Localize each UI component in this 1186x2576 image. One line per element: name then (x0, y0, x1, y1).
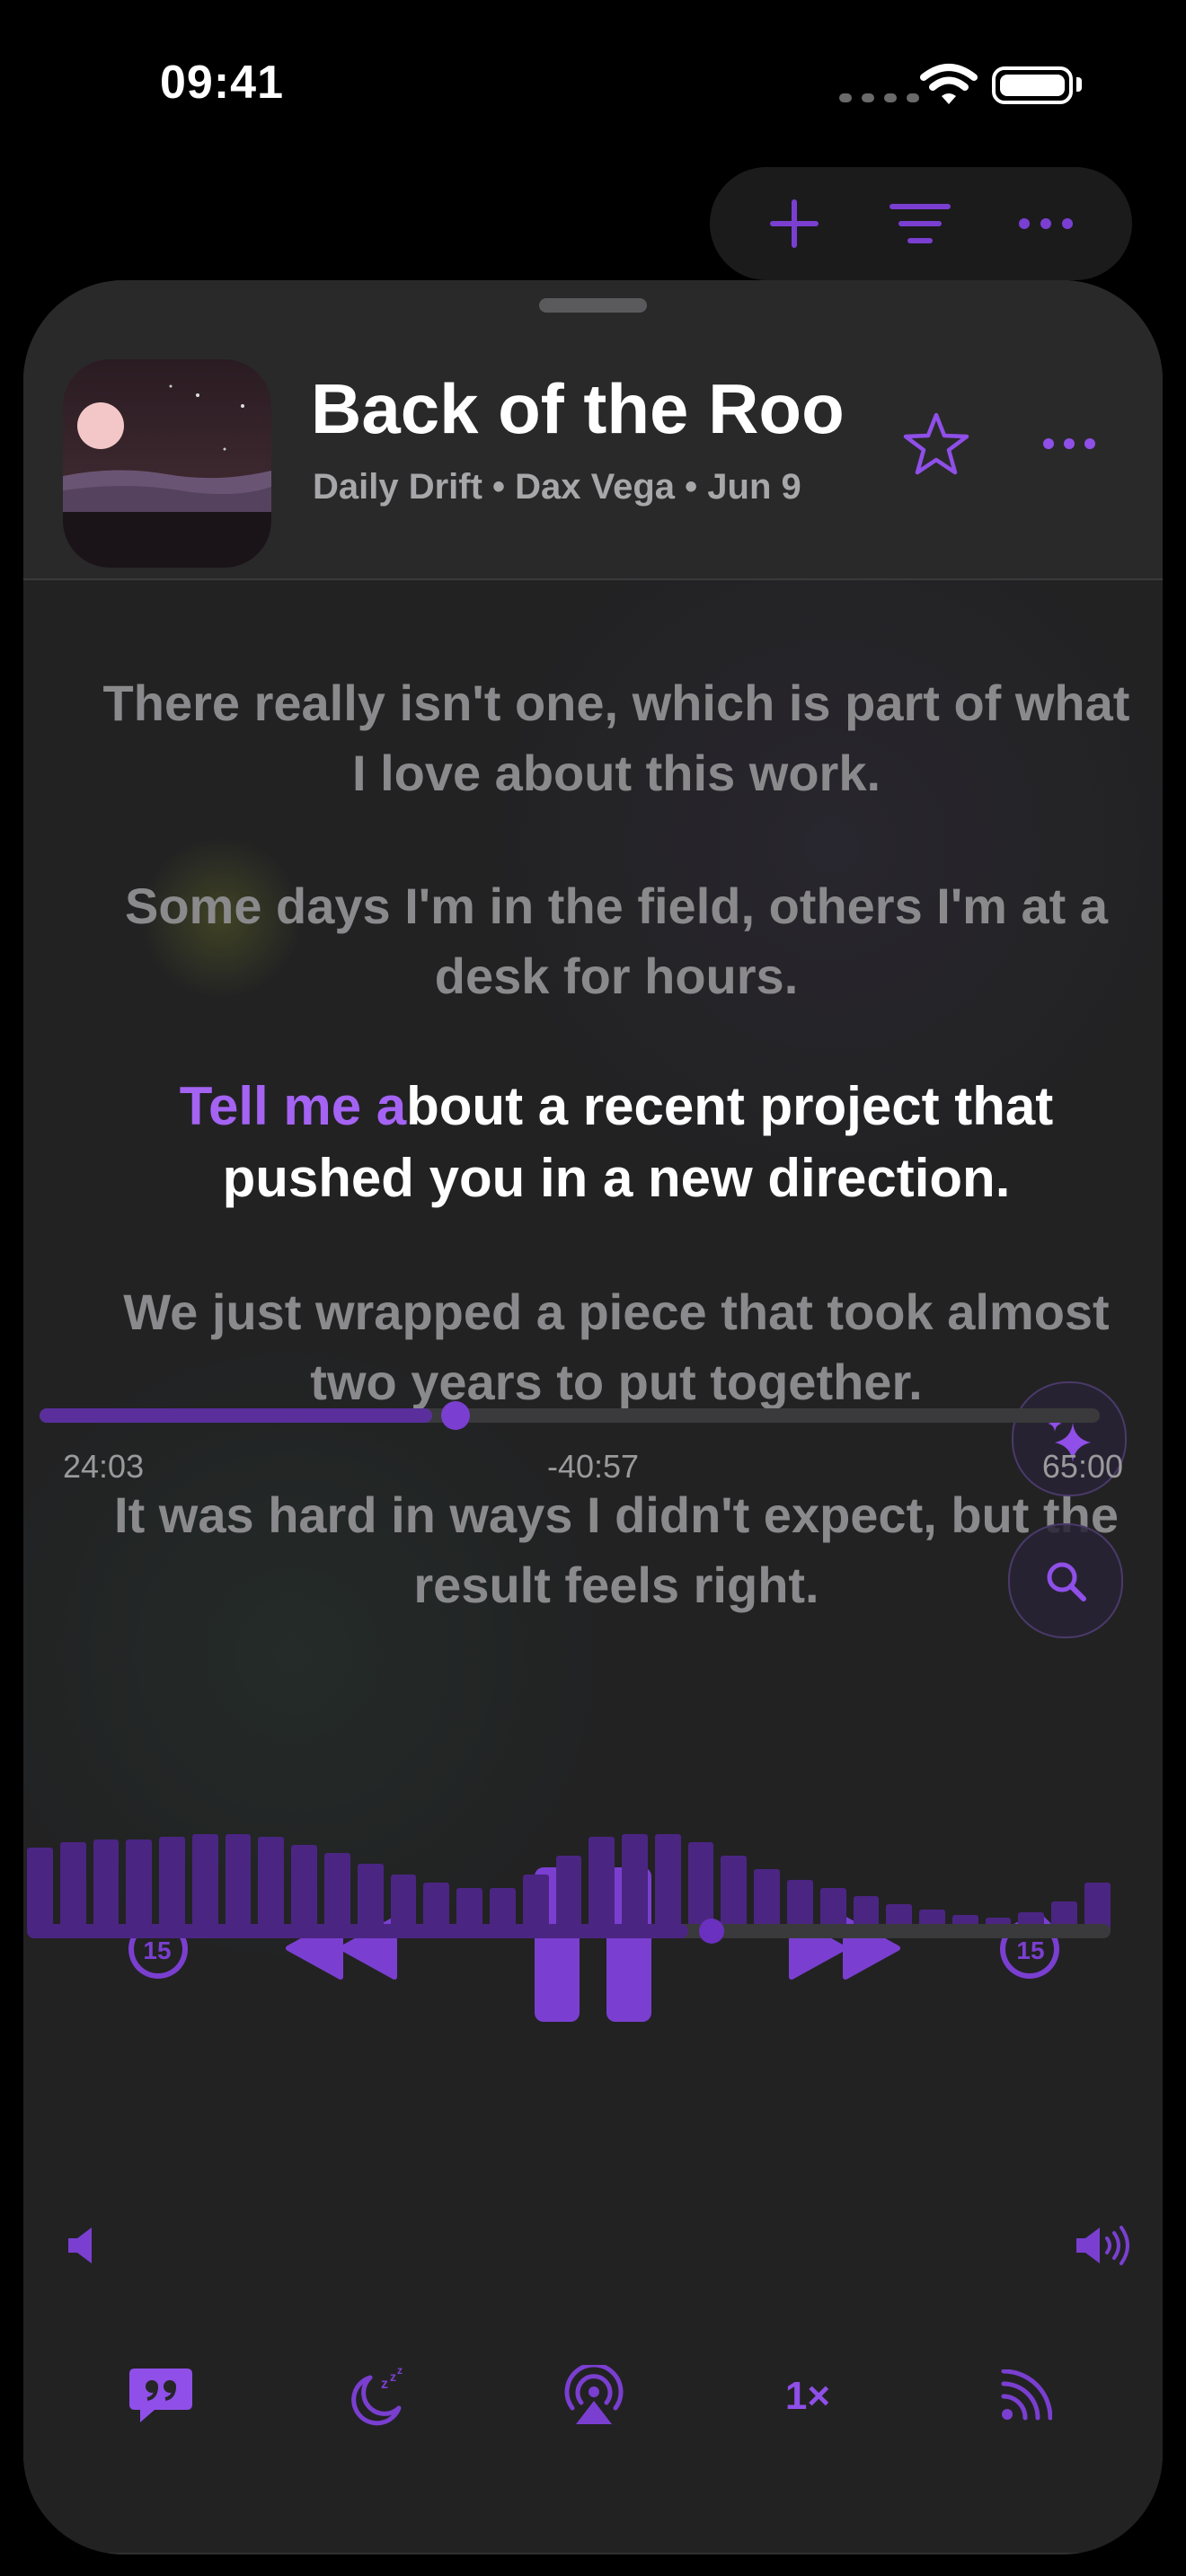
visualizer-bar (622, 1834, 648, 1931)
volume-low-icon (68, 2228, 92, 2263)
cellular-signal-icon (839, 93, 919, 102)
progress-track[interactable] (40, 1408, 1100, 1423)
transcript-line[interactable]: We just wrapped a piece that took almost… (95, 1277, 1137, 1417)
add-button[interactable] (740, 167, 848, 280)
progress-fill (40, 1408, 432, 1423)
visualizer-bar (291, 1845, 318, 1931)
progress-scrubber[interactable] (440, 1401, 470, 1430)
feed-button[interactable] (967, 2342, 1084, 2450)
airplay-icon (564, 2365, 624, 2424)
search-icon (1047, 1562, 1086, 1601)
episode-artwork[interactable] (63, 359, 271, 568)
visualizer-bar (258, 1837, 285, 1931)
remaining-time: -40:57 (546, 1448, 640, 1485)
visualizer-bar (555, 1856, 582, 1931)
wifi-icon (920, 64, 978, 104)
visualizer-bar (225, 1834, 252, 1931)
visualizer-bar (721, 1856, 748, 1931)
star-icon (903, 412, 969, 475)
transcript-line-active[interactable]: Tell me about a recent project that push… (95, 1071, 1137, 1214)
visualizer-bar (126, 1839, 153, 1931)
svg-text:z: z (390, 2369, 396, 2384)
more-icon (1043, 438, 1095, 449)
visualizer-bar (59, 1842, 86, 1931)
visualizer-bar (654, 1834, 681, 1931)
filter-button[interactable] (866, 167, 974, 280)
player-header: Back of the Roo Daily Drift • Dax Vega •… (23, 280, 1163, 580)
transcript-search-button[interactable] (1008, 1523, 1123, 1638)
transcript-line[interactable]: It was hard in ways I didn't expect, but… (95, 1480, 1137, 1620)
volume-high-icon (1076, 2226, 1129, 2265)
visualizer-bar (522, 1875, 549, 1931)
playback-speed-button[interactable]: 1× (749, 2342, 866, 2450)
quote-bubble-icon (129, 2369, 192, 2422)
sleep-timer-button[interactable]: z z z (320, 2342, 437, 2450)
total-duration: 65:00 (1041, 1448, 1123, 1485)
episode-title: Back of the Roo (311, 369, 845, 448)
moon-zzz-icon: z z z (351, 2365, 403, 2426)
transcript-spoken-text: Tell me a (179, 1076, 407, 1136)
battery-icon (992, 66, 1073, 104)
battery-cap (1076, 77, 1082, 92)
episode-subtitle[interactable]: Daily Drift • Dax Vega • Jun 9 (313, 467, 866, 507)
volume-visualizer (27, 1796, 1111, 1931)
visualizer-bar (324, 1853, 350, 1931)
toolbar-more-button[interactable] (992, 167, 1100, 280)
transcript-button[interactable] (102, 2342, 219, 2450)
volume-knob[interactable] (698, 1919, 724, 1944)
visualizer-bar (27, 1848, 53, 1931)
favorite-button[interactable] (891, 399, 981, 489)
volume-fill (27, 1924, 688, 1938)
more-icon (1019, 218, 1073, 229)
rss-icon (1001, 2369, 1052, 2421)
skip-forward-seconds: 15 (1016, 1936, 1044, 1964)
volume-track[interactable] (27, 1924, 1111, 1938)
plus-icon (770, 199, 819, 248)
visualizer-bar (357, 1864, 384, 1931)
visualizer-bar (589, 1837, 615, 1931)
airplay-button[interactable] (535, 2342, 652, 2450)
transcript-line[interactable]: Some days I'm in the field, others I'm a… (95, 871, 1137, 1011)
elapsed-time: 24:03 (63, 1448, 145, 1485)
filter-icon (890, 204, 951, 243)
status-time: 09:41 (160, 57, 284, 109)
visualizer-bar (754, 1869, 780, 1931)
svg-text:z: z (397, 2365, 403, 2377)
top-toolbar (710, 167, 1132, 280)
visualizer-bar (93, 1839, 119, 1931)
visualizer-bar (390, 1875, 417, 1931)
sheet-grabber[interactable] (539, 298, 647, 313)
svg-text:z: z (381, 2377, 388, 2392)
transcript-line[interactable]: There really isn't one, which is part of… (95, 668, 1137, 808)
visualizer-bar (159, 1837, 185, 1931)
visualizer-bar (191, 1834, 218, 1931)
skip-back-seconds: 15 (143, 1936, 171, 1964)
episode-more-button[interactable] (1024, 399, 1114, 489)
